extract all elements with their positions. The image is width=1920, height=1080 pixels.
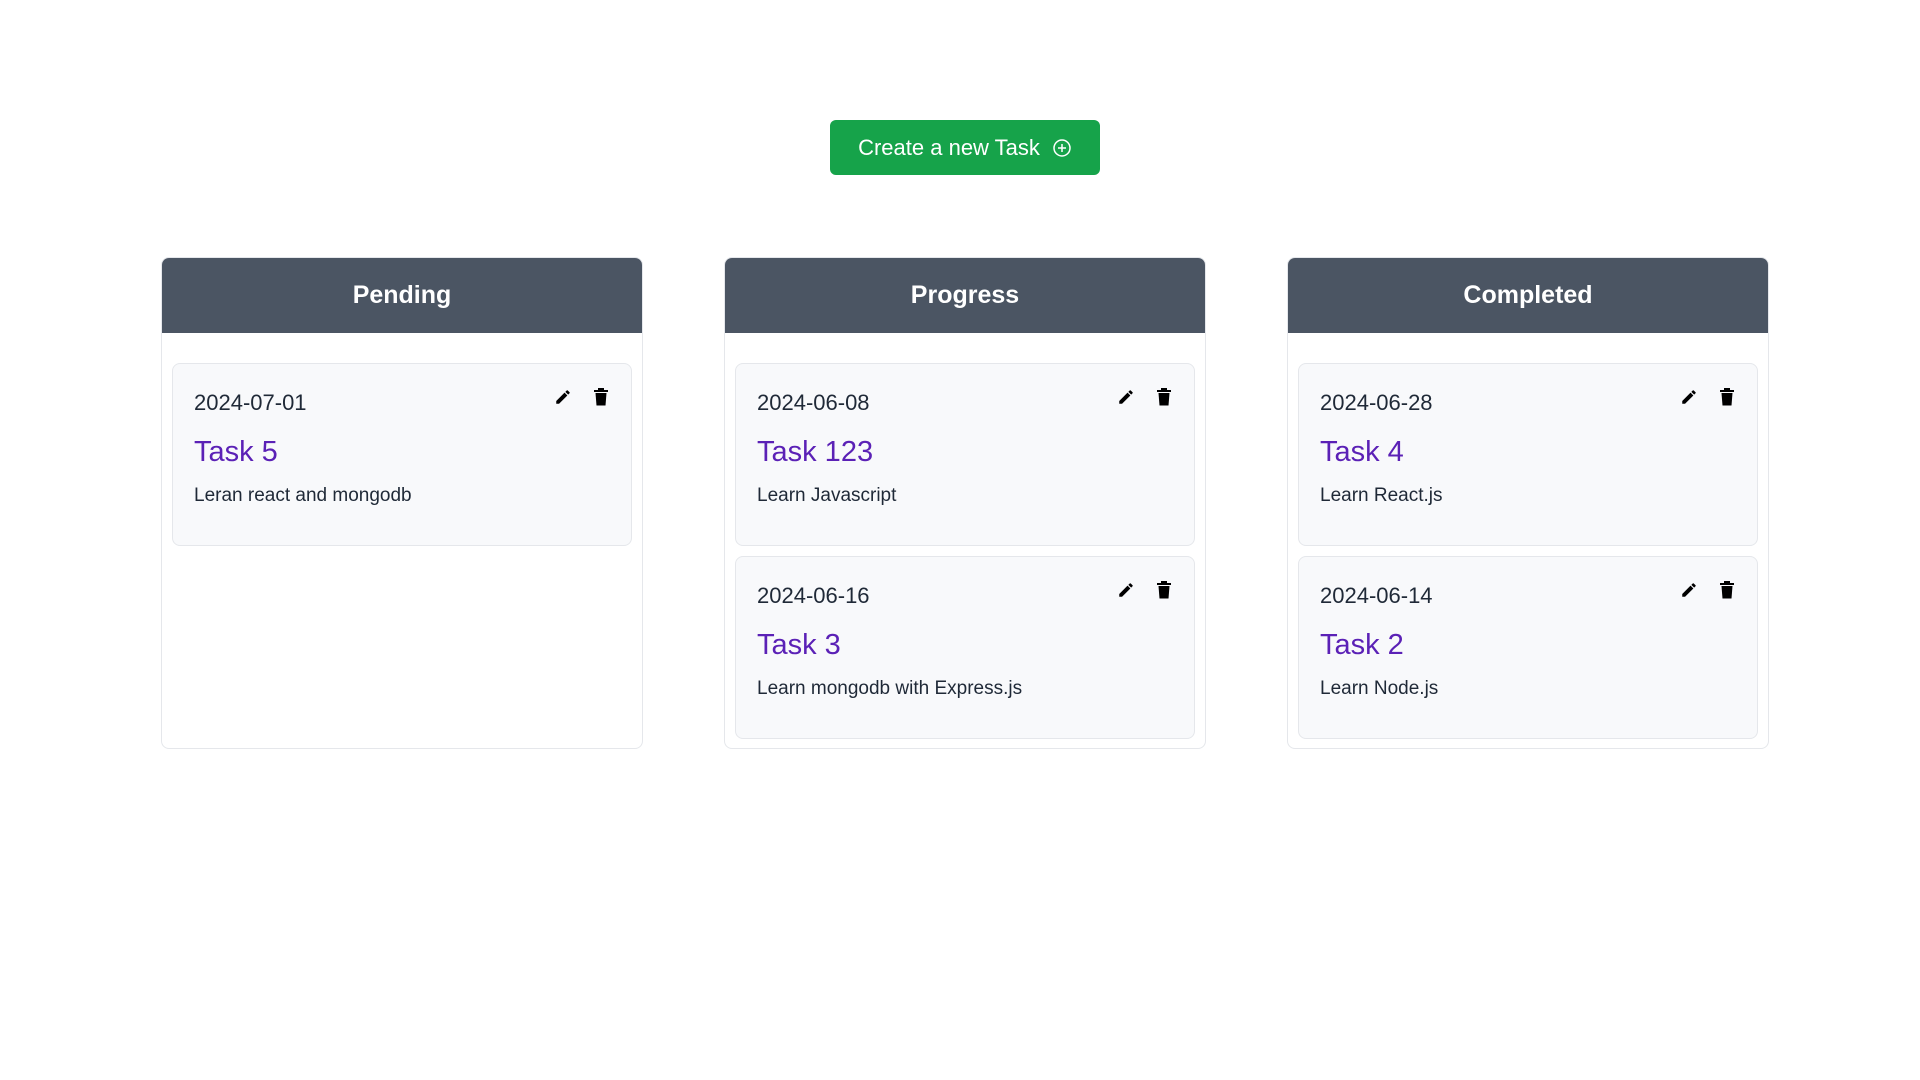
task-description: Learn mongodb with Express.js	[757, 678, 1023, 699]
pencil-icon[interactable]	[1116, 579, 1136, 601]
task-title: Task 3	[757, 629, 841, 661]
create-task-button[interactable]: Create a new Task	[830, 120, 1100, 175]
task-title: Task 123	[757, 436, 874, 468]
task-date: 2024-06-14	[1320, 583, 1433, 608]
task-board-page: Create a new Task Pending 2024-07-01 Tas…	[0, 0, 1920, 1080]
column-body-pending: 2024-07-01 Task 5 Leran react and mongod…	[162, 333, 642, 566]
trash-icon[interactable]	[1717, 386, 1737, 408]
plus-circle-icon	[1052, 138, 1072, 158]
create-task-label: Create a new Task	[858, 134, 1040, 160]
column-progress: Progress 2024-06-08 Task 123 Learn Javas…	[724, 257, 1206, 749]
task-actions	[1116, 386, 1174, 408]
task-actions	[1116, 579, 1174, 601]
trash-icon[interactable]	[591, 386, 611, 408]
task-actions	[553, 386, 611, 408]
pencil-icon[interactable]	[1679, 579, 1699, 601]
task-card: 2024-06-08 Task 123 Learn Javascript	[735, 363, 1195, 546]
task-date: 2024-06-16	[757, 583, 870, 608]
pencil-icon[interactable]	[553, 386, 573, 408]
trash-icon[interactable]	[1154, 579, 1174, 601]
pencil-icon[interactable]	[1679, 386, 1699, 408]
task-description: Learn React.js	[1320, 485, 1443, 506]
pencil-icon[interactable]	[1116, 386, 1136, 408]
task-card: 2024-06-16 Task 3 Learn mongodb with Exp…	[735, 556, 1195, 739]
task-date: 2024-07-01	[194, 390, 307, 415]
column-body-completed: 2024-06-28 Task 4 Learn React.js 2024-06…	[1288, 333, 1768, 748]
task-title: Task 5	[194, 436, 278, 468]
trash-icon[interactable]	[1154, 386, 1174, 408]
task-actions	[1679, 386, 1737, 408]
column-header-completed: Completed	[1288, 258, 1768, 333]
task-card: 2024-07-01 Task 5 Leran react and mongod…	[172, 363, 632, 546]
task-card: 2024-06-28 Task 4 Learn React.js	[1298, 363, 1758, 546]
task-title: Task 2	[1320, 629, 1404, 661]
column-completed: Completed 2024-06-28 Task 4 Learn React.…	[1287, 257, 1769, 749]
task-description: Leran react and mongodb	[194, 485, 412, 506]
task-description: Learn Javascript	[757, 485, 897, 506]
column-header-progress: Progress	[725, 258, 1205, 333]
task-date: 2024-06-28	[1320, 390, 1433, 415]
task-title: Task 4	[1320, 436, 1404, 468]
task-actions	[1679, 579, 1737, 601]
column-header-pending: Pending	[162, 258, 642, 333]
task-date: 2024-06-08	[757, 390, 870, 415]
task-card: 2024-06-14 Task 2 Learn Node.js	[1298, 556, 1758, 739]
column-body-progress: 2024-06-08 Task 123 Learn Javascript 202…	[725, 333, 1205, 748]
column-pending: Pending 2024-07-01 Task 5 Leran react an…	[161, 257, 643, 749]
task-columns: Pending 2024-07-01 Task 5 Leran react an…	[161, 257, 1769, 749]
task-description: Learn Node.js	[1320, 678, 1439, 699]
trash-icon[interactable]	[1717, 579, 1737, 601]
